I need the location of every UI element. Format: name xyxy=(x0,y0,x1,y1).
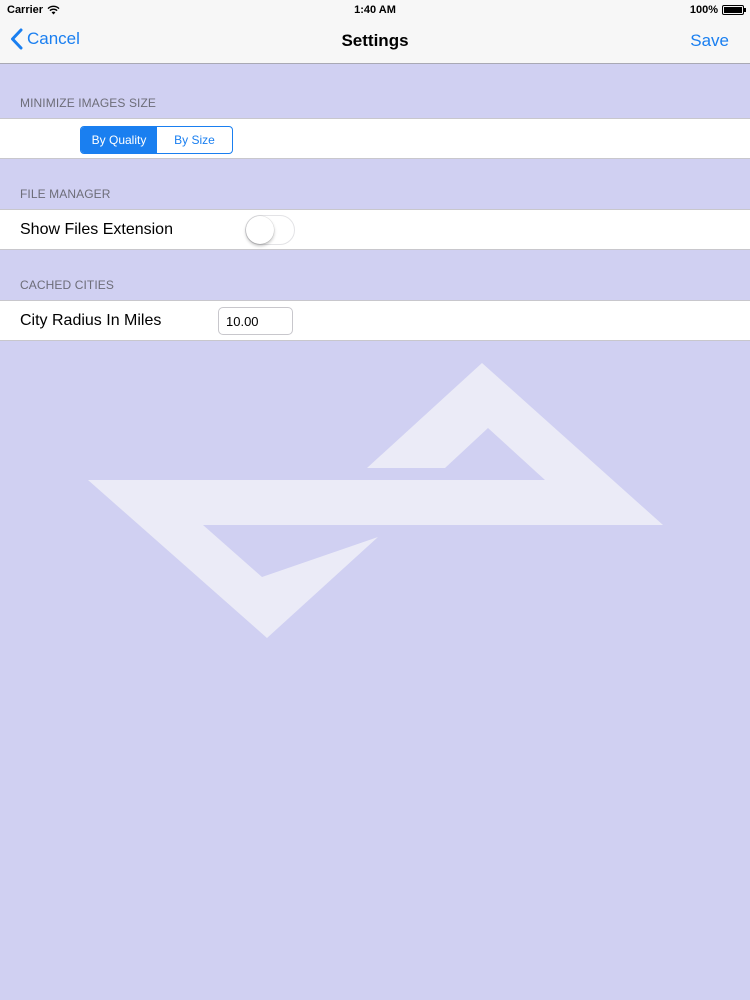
section-header-cached-cities: CACHED CITIES xyxy=(20,278,114,292)
cancel-label: Cancel xyxy=(27,29,80,48)
images-size-segmented-control[interactable]: By Quality By Size xyxy=(80,126,233,154)
show-files-extension-label: Show Files Extension xyxy=(20,221,173,238)
status-time: 1:40 AM xyxy=(354,4,396,16)
page-title: Settings xyxy=(341,31,409,50)
battery-indicator: 100% xyxy=(689,4,746,16)
segment-by-size[interactable]: By Size xyxy=(157,127,232,153)
city-radius-label: City Radius In Miles xyxy=(20,312,162,329)
city-radius-input[interactable] xyxy=(218,307,293,335)
section-header-file-manager: FILE MANAGER xyxy=(20,187,111,201)
show-files-extension-switch[interactable] xyxy=(245,215,295,245)
status-bar: Carrier 1:40 AM 100% xyxy=(0,0,750,20)
switch-knob[interactable] xyxy=(246,216,274,244)
battery-percent: 100% xyxy=(689,4,718,16)
section-header-images: MINIMIZE IMAGES SIZE xyxy=(20,96,157,110)
chevron-left-icon xyxy=(11,28,23,50)
watermark-logo xyxy=(88,363,663,638)
images-size-row: By Quality By Size xyxy=(0,118,750,159)
save-button[interactable]: Save xyxy=(690,31,729,51)
cancel-button[interactable]: Cancel xyxy=(10,28,80,50)
battery-fill xyxy=(724,7,742,13)
segment-by-quality[interactable]: By Quality xyxy=(81,127,157,153)
battery-icon xyxy=(722,5,746,15)
navigation-bar: Cancel Settings Save xyxy=(0,20,750,64)
show-files-extension-row: Show Files Extension xyxy=(0,209,750,250)
city-radius-row: City Radius In Miles xyxy=(0,300,750,341)
